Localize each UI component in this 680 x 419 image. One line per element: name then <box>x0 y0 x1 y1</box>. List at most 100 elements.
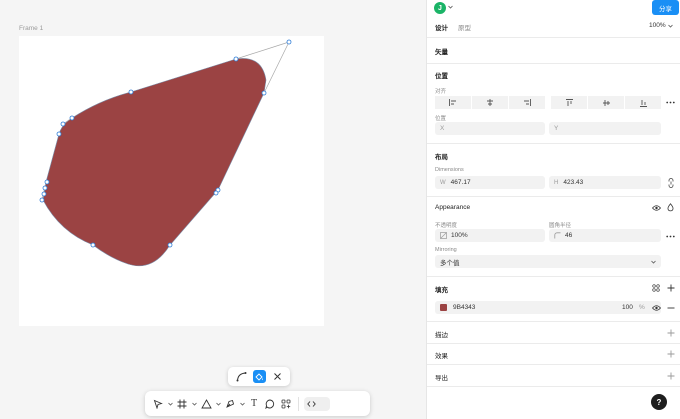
code-icon <box>307 400 316 407</box>
vertex-handle <box>56 131 62 137</box>
share-button[interactable]: 分享 <box>652 0 679 15</box>
vertex-handle <box>60 121 66 127</box>
divider <box>427 364 680 365</box>
pen-tool-button[interactable] <box>223 396 237 412</box>
add-stroke-button[interactable] <box>666 328 675 337</box>
comment-icon <box>265 399 275 409</box>
blend-mode-button[interactable] <box>666 203 675 212</box>
export-section-title: 导出 <box>435 375 448 382</box>
vertex-handle <box>41 191 47 197</box>
remove-fill-button[interactable] <box>666 303 675 312</box>
align-vertical-center-icon <box>602 99 610 106</box>
toggle-visibility-button[interactable] <box>651 203 661 212</box>
bend-icon <box>236 372 246 382</box>
corner-radius-value: 46 <box>565 232 573 239</box>
pen-icon <box>226 399 235 408</box>
plus-icon <box>667 284 674 291</box>
align-right-icon <box>524 99 531 106</box>
vertex-handle <box>44 179 50 185</box>
height-value: 423.43 <box>563 179 584 186</box>
zoom-control[interactable]: 100% <box>649 22 673 29</box>
divider <box>427 37 680 38</box>
x-placeholder: X <box>440 125 445 132</box>
width-value: 467.17 <box>450 179 471 186</box>
shape-tool-button[interactable] <box>199 396 213 412</box>
canvas[interactable]: Frame 1 T <box>0 0 426 419</box>
move-tool-menu[interactable] <box>167 396 173 412</box>
comment-tool-button[interactable] <box>263 396 277 412</box>
mirroring-value: 多个值 <box>440 259 460 267</box>
frame-tool-menu[interactable] <box>191 396 197 412</box>
divider <box>427 63 680 64</box>
vertex-handle <box>90 242 96 248</box>
text-tool-button[interactable]: T <box>247 396 261 412</box>
add-fill-button[interactable] <box>666 283 675 292</box>
actions-icon <box>281 399 291 408</box>
align-vertical-center-button[interactable] <box>588 96 624 109</box>
close-path-edit-button[interactable] <box>271 370 284 383</box>
vertex-handle <box>69 115 75 121</box>
minus-icon <box>667 307 674 308</box>
fill-row[interactable]: 9B4343 100 % <box>435 301 661 314</box>
fill-swatch[interactable] <box>440 304 447 311</box>
appearance-section-title: Appearance <box>435 204 471 211</box>
dev-mode-toggle[interactable] <box>304 396 330 411</box>
align-horizontal-center-icon <box>487 99 493 106</box>
shape-tool-menu[interactable] <box>215 396 221 412</box>
vector-shape-layer[interactable] <box>0 0 426 419</box>
properties-panel: J 分享 设计 原型 100% 矢量 位置 对齐 位置 X Y 布局 Dimen… <box>426 0 680 419</box>
fill-hex-value[interactable]: 9B4343 <box>453 304 475 311</box>
align-horizontal-center-button[interactable] <box>472 96 508 109</box>
chevron-down-icon <box>215 402 221 406</box>
chevron-down-icon <box>239 402 245 406</box>
tab-design[interactable]: 设计 <box>434 20 449 34</box>
corner-radius-label: 圆角半径 <box>549 223 572 229</box>
height-field[interactable]: H 423.43 <box>549 176 661 189</box>
more-appearance-options-button[interactable] <box>665 232 675 240</box>
corner-radius-field[interactable]: 46 <box>549 229 661 242</box>
more-align-options-button[interactable] <box>665 98 675 106</box>
pen-tool-menu[interactable] <box>239 396 245 412</box>
add-export-button[interactable] <box>666 371 675 380</box>
align-left-button[interactable] <box>435 96 471 109</box>
add-effect-button[interactable] <box>666 349 675 358</box>
align-bottom-button[interactable] <box>625 96 661 109</box>
fill-opacity-value[interactable]: 100 <box>622 304 633 311</box>
fill-section-title: 填充 <box>435 287 448 294</box>
position-section-title: 位置 <box>435 73 448 80</box>
opacity-value: 100% <box>451 232 468 239</box>
panel-header: J 分享 <box>427 0 680 17</box>
y-position-field[interactable]: Y <box>549 122 661 135</box>
fill-visibility-button[interactable] <box>651 303 661 312</box>
divider <box>427 276 680 277</box>
plus-icon <box>667 372 674 379</box>
chevron-down-icon[interactable] <box>448 5 453 9</box>
x-position-field[interactable]: X <box>435 122 545 135</box>
frame-tool-button[interactable] <box>175 396 189 412</box>
help-button[interactable]: ? <box>651 394 667 410</box>
frame-icon <box>177 399 187 408</box>
constrain-proportions-button[interactable] <box>666 177 675 188</box>
height-prefix: H <box>554 179 559 186</box>
bend-tool-button[interactable] <box>235 370 248 383</box>
divider <box>427 196 680 197</box>
position-label: 位置 <box>435 116 447 122</box>
mirroring-select[interactable]: 多个值 <box>435 255 661 268</box>
layout-section-title: 布局 <box>435 154 448 161</box>
align-bottom-icon <box>639 99 647 107</box>
move-tool-button[interactable] <box>151 396 165 412</box>
align-right-button[interactable] <box>509 96 545 109</box>
shape-icon <box>200 398 212 408</box>
style-library-button[interactable] <box>651 283 661 292</box>
opacity-label: 不透明度 <box>435 223 458 229</box>
tab-prototype[interactable]: 原型 <box>457 20 472 34</box>
align-top-button[interactable] <box>551 96 587 109</box>
vertex-handle <box>233 56 239 62</box>
paint-bucket-tool-button[interactable] <box>252 370 266 383</box>
vertex-handle <box>213 190 219 196</box>
actions-tool-button[interactable] <box>279 396 293 412</box>
width-field[interactable]: W 467.17 <box>435 176 545 189</box>
vertex-handle <box>167 242 173 248</box>
opacity-field[interactable]: 100% <box>435 229 545 242</box>
avatar[interactable]: J <box>434 2 446 14</box>
